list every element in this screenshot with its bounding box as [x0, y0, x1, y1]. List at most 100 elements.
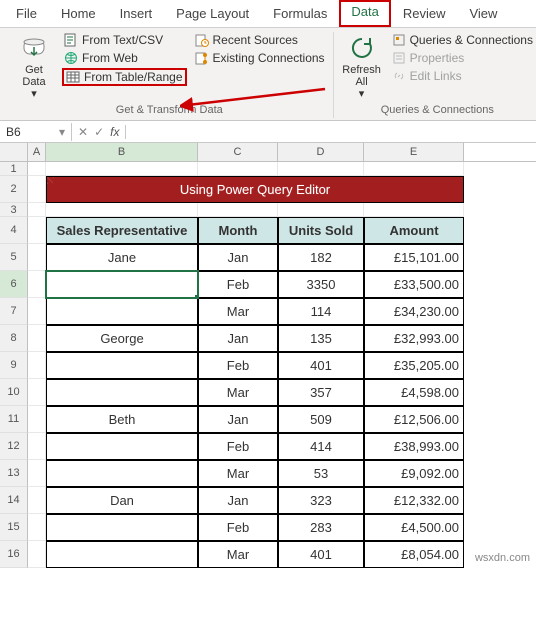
- cell-units[interactable]: 323: [278, 487, 364, 514]
- tab-file[interactable]: File: [4, 2, 49, 27]
- tab-formulas[interactable]: Formulas: [261, 2, 339, 27]
- row-header-1[interactable]: 1: [0, 162, 28, 176]
- cell-amount[interactable]: £15,101.00: [364, 244, 464, 271]
- cell-amount[interactable]: £4,500.00: [364, 514, 464, 541]
- header-amount[interactable]: Amount: [364, 217, 464, 244]
- cell-units[interactable]: 414: [278, 433, 364, 460]
- cell-rep[interactable]: [46, 433, 198, 460]
- cell-units[interactable]: 114: [278, 298, 364, 325]
- cell-units[interactable]: 401: [278, 541, 364, 568]
- tab-insert[interactable]: Insert: [108, 2, 165, 27]
- cell-units[interactable]: 3350: [278, 271, 364, 298]
- from-table-range-button[interactable]: From Table/Range: [62, 68, 187, 86]
- row-header-16[interactable]: 16: [0, 541, 28, 568]
- cell-amount[interactable]: £4,598.00: [364, 379, 464, 406]
- existing-connections-button[interactable]: Existing Connections: [193, 50, 327, 66]
- cell-month[interactable]: Feb: [198, 433, 278, 460]
- row-header-3[interactable]: 3: [0, 203, 28, 217]
- row-header-7[interactable]: 7: [0, 298, 28, 325]
- cell-rep[interactable]: Dan: [46, 487, 198, 514]
- name-box[interactable]: B6 ▾: [0, 123, 72, 141]
- cell-units[interactable]: 53: [278, 460, 364, 487]
- col-header-E[interactable]: E: [364, 143, 464, 161]
- row-header-2[interactable]: 2: [0, 176, 28, 203]
- cell-month[interactable]: Jan: [198, 325, 278, 352]
- cell-month[interactable]: Feb: [198, 514, 278, 541]
- cell-units[interactable]: 182: [278, 244, 364, 271]
- row-header-8[interactable]: 8: [0, 325, 28, 352]
- cell-rep[interactable]: George: [46, 325, 198, 352]
- header-month[interactable]: Month: [198, 217, 278, 244]
- cell-amount[interactable]: £9,092.00: [364, 460, 464, 487]
- watermark: wsxdn.com: [475, 552, 530, 564]
- cell-rep[interactable]: [46, 514, 198, 541]
- get-data-button[interactable]: Get Data▾: [12, 32, 56, 102]
- cell-units[interactable]: 401: [278, 352, 364, 379]
- col-header-C[interactable]: C: [198, 143, 278, 161]
- tab-review[interactable]: Review: [391, 2, 458, 27]
- cell-rep[interactable]: [46, 298, 198, 325]
- cell-rep[interactable]: [46, 271, 198, 298]
- text-csv-icon: [64, 33, 78, 47]
- row-header-5[interactable]: 5: [0, 244, 28, 271]
- cell-month[interactable]: Feb: [198, 271, 278, 298]
- tab-view[interactable]: View: [457, 2, 509, 27]
- cell-rep[interactable]: [46, 352, 198, 379]
- cell-amount[interactable]: £12,506.00: [364, 406, 464, 433]
- fx-icon[interactable]: fx: [110, 125, 119, 139]
- recent-sources-button[interactable]: Recent Sources: [193, 32, 327, 48]
- row-header-14[interactable]: 14: [0, 487, 28, 514]
- from-web-button[interactable]: From Web: [62, 50, 187, 66]
- row-header-6[interactable]: 6: [0, 271, 28, 298]
- cell-rep[interactable]: Beth: [46, 406, 198, 433]
- cell-month[interactable]: Jan: [198, 406, 278, 433]
- cell-amount[interactable]: £12,332.00: [364, 487, 464, 514]
- cell-amount[interactable]: £8,054.00: [364, 541, 464, 568]
- header-units-sold[interactable]: Units Sold: [278, 217, 364, 244]
- cell-amount[interactable]: £33,500.00: [364, 271, 464, 298]
- cell-amount[interactable]: £32,993.00: [364, 325, 464, 352]
- cell-month[interactable]: Feb: [198, 352, 278, 379]
- cell-units[interactable]: 283: [278, 514, 364, 541]
- formula-input[interactable]: [126, 130, 536, 134]
- cell-amount[interactable]: £34,230.00: [364, 298, 464, 325]
- queries-connections-button[interactable]: Queries & Connections: [390, 32, 535, 48]
- row-header-9[interactable]: 9: [0, 352, 28, 379]
- cell-units[interactable]: 357: [278, 379, 364, 406]
- tab-home[interactable]: Home: [49, 2, 108, 27]
- cell-month[interactable]: Jan: [198, 244, 278, 271]
- row-header-10[interactable]: 10: [0, 379, 28, 406]
- cell-month[interactable]: Jan: [198, 487, 278, 514]
- refresh-all-button[interactable]: Refresh All▾: [340, 32, 384, 102]
- cell-rep[interactable]: [46, 379, 198, 406]
- title-cell[interactable]: Using Power Query Editor: [46, 176, 464, 203]
- cell-units[interactable]: 509: [278, 406, 364, 433]
- cell-rep[interactable]: Jane: [46, 244, 198, 271]
- tab-data[interactable]: Data: [339, 0, 390, 27]
- cell-rep[interactable]: [46, 460, 198, 487]
- cell-month[interactable]: Mar: [198, 379, 278, 406]
- spreadsheet-grid[interactable]: A B C D E 1 2 Using Power Query Editor 3…: [0, 143, 536, 568]
- tab-page-layout[interactable]: Page Layout: [164, 2, 261, 27]
- row-header-4[interactable]: 4: [0, 217, 28, 244]
- properties-button: Properties: [390, 50, 535, 66]
- cell-amount[interactable]: £35,205.00: [364, 352, 464, 379]
- row-header-11[interactable]: 11: [0, 406, 28, 433]
- cell-month[interactable]: Mar: [198, 460, 278, 487]
- cell-month[interactable]: Mar: [198, 298, 278, 325]
- col-header-D[interactable]: D: [278, 143, 364, 161]
- from-text-csv-button[interactable]: From Text/CSV: [62, 32, 187, 48]
- header-sales-rep[interactable]: Sales Representative: [46, 217, 198, 244]
- cell-amount[interactable]: £38,993.00: [364, 433, 464, 460]
- cell-units[interactable]: 135: [278, 325, 364, 352]
- row-header-15[interactable]: 15: [0, 514, 28, 541]
- cell-rep[interactable]: [46, 541, 198, 568]
- row-header-12[interactable]: 12: [0, 433, 28, 460]
- select-all-corner[interactable]: [0, 143, 28, 161]
- formula-tools: ✕ ✓ fx: [72, 125, 126, 139]
- table-row: 16 Mar401£8,054.00: [0, 541, 536, 568]
- row-header-13[interactable]: 13: [0, 460, 28, 487]
- col-header-A[interactable]: A: [28, 143, 46, 161]
- col-header-B[interactable]: B: [46, 143, 198, 161]
- cell-month[interactable]: Mar: [198, 541, 278, 568]
